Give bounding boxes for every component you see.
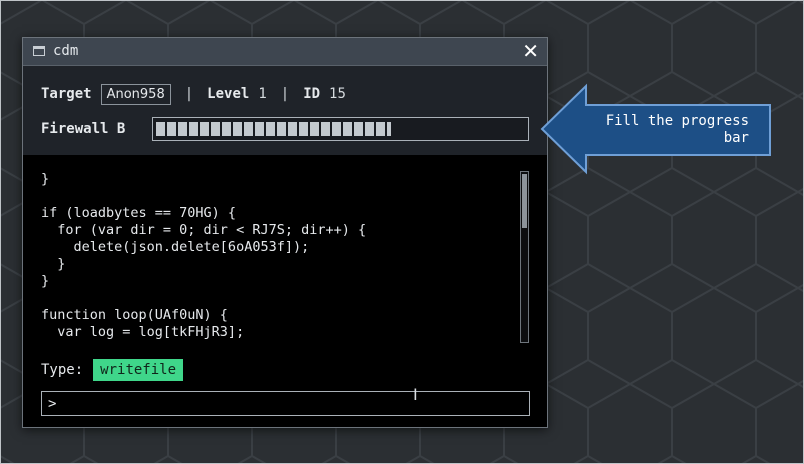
code-output: } if (loadbytes == 70HG) { for (var dir … xyxy=(41,171,367,340)
type-label: Type: xyxy=(41,362,84,378)
type-prompt: Type: writefile xyxy=(41,359,184,381)
progress-segment xyxy=(376,122,385,136)
firewall-progress-bar[interactable] xyxy=(152,117,529,141)
text-cursor-icon: I xyxy=(413,385,418,404)
progress-segment xyxy=(211,122,220,136)
progress-segment xyxy=(299,122,308,136)
scrollbar[interactable] xyxy=(520,171,529,343)
progress-segment xyxy=(266,122,275,136)
console-panel: } if (loadbytes == 70HG) { for (var dir … xyxy=(23,155,547,427)
id-value: 15 xyxy=(329,86,346,102)
progress-segment xyxy=(255,122,264,136)
separator: | xyxy=(280,86,290,102)
progress-segment xyxy=(365,122,374,136)
progress-segment xyxy=(178,122,187,136)
progress-segment xyxy=(288,122,297,136)
window-icon xyxy=(33,46,45,56)
progress-segment xyxy=(354,122,363,136)
level-value: 1 xyxy=(258,86,267,102)
id-label: ID xyxy=(303,86,321,102)
progress-segment xyxy=(189,122,198,136)
progress-segment xyxy=(156,122,165,136)
close-icon[interactable]: ✕ xyxy=(522,40,539,62)
target-label: Target xyxy=(41,86,92,102)
progress-segment xyxy=(167,122,176,136)
progress-segment xyxy=(244,122,253,136)
target-value: Anon958 xyxy=(100,83,171,105)
scrollbar-thumb[interactable] xyxy=(522,174,527,228)
separator: | xyxy=(184,86,194,102)
progress-segment xyxy=(343,122,352,136)
level-label: Level xyxy=(207,86,250,102)
progress-segment xyxy=(310,122,319,136)
window-titlebar[interactable]: cdm ✕ xyxy=(23,38,547,66)
target-info-row: Target Anon958 | Level 1 | ID 15 xyxy=(41,82,346,106)
progress-segment xyxy=(321,122,330,136)
type-word-badge: writefile xyxy=(93,359,184,381)
cdm-window: cdm ✕ Target Anon958 | Level 1 | ID 15 F… xyxy=(22,37,548,428)
window-title: cdm xyxy=(53,43,79,59)
progress-segment xyxy=(277,122,286,136)
command-input[interactable] xyxy=(41,391,530,416)
progress-segment xyxy=(387,122,391,136)
progress-segment xyxy=(332,122,341,136)
firewall-label: Firewall B xyxy=(41,121,126,137)
callout-text: Fill the progress bar xyxy=(605,113,749,146)
progress-segment xyxy=(233,122,242,136)
progress-fill xyxy=(156,122,393,136)
progress-segment xyxy=(200,122,209,136)
progress-segment xyxy=(222,122,231,136)
